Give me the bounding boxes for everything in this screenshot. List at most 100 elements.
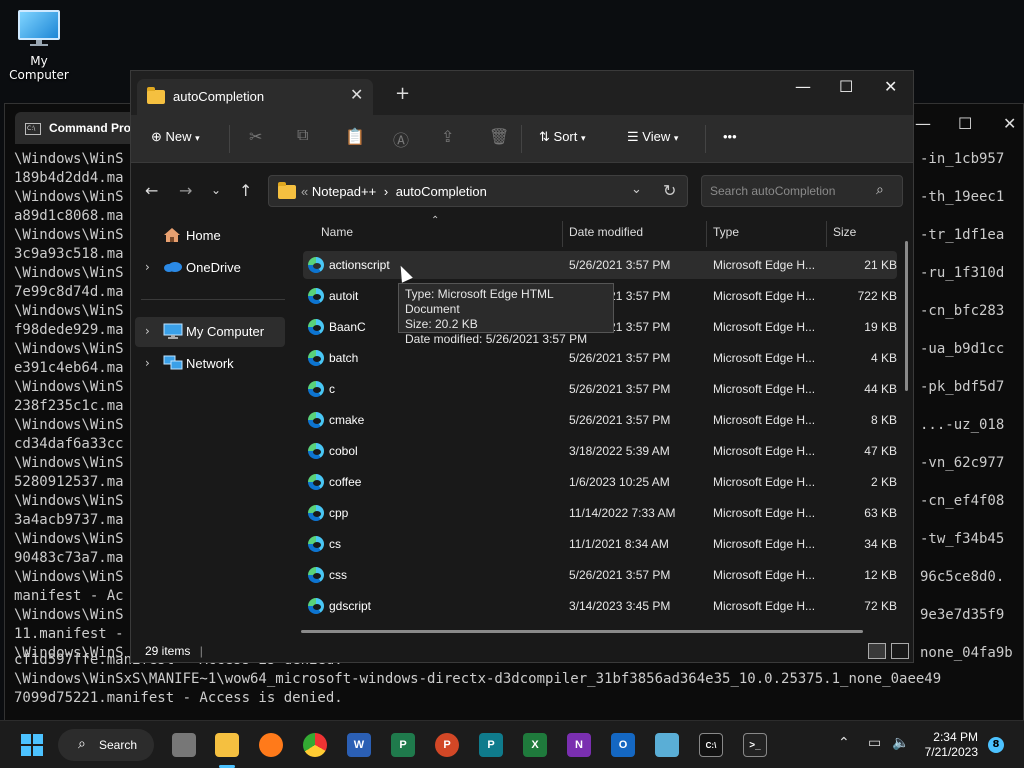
paste-icon[interactable]: 📋 <box>345 127 365 147</box>
file-size: 19 KB <box>864 320 897 334</box>
navigation-pane: Home › OneDrive › My Computer › Network <box>131 219 289 639</box>
breadcrumb-notepadpp[interactable]: Notepad++ <box>312 184 376 199</box>
file-row[interactable]: cobol 3/18/2022 5:39 AM Microsoft Edge H..… <box>303 437 897 465</box>
file-date: 5/26/2021 3:57 PM <box>569 568 671 582</box>
firefox-icon[interactable] <box>259 733 283 757</box>
forward-arrow-icon[interactable]: → <box>179 181 192 200</box>
recent-chevron-icon[interactable]: ⌄ <box>211 183 221 197</box>
tab-autocompletion[interactable]: autoCompletion ✕ <box>137 79 373 115</box>
project-icon[interactable]: P <box>391 733 415 757</box>
nav-item-onedrive[interactable]: › OneDrive <box>135 253 285 283</box>
show-hidden-icons-chevron-icon[interactable]: ⌃ <box>838 735 850 751</box>
file-row[interactable]: coffee 1/6/2023 10:25 AM Microsoft Edge H.… <box>303 468 897 496</box>
refresh-icon[interactable]: ↻ <box>663 181 676 200</box>
file-explorer-window[interactable]: autoCompletion ✕ + — ☐ ✕ ⊕ New ▾ ✂ ⧉ 📋 Ⓐ… <box>130 70 914 663</box>
cmd-line: 7099d75221.manifest - Access is denied. <box>14 690 343 706</box>
word-icon[interactable]: W <box>347 733 371 757</box>
details-view-icon[interactable] <box>868 643 886 659</box>
publisher-icon[interactable]: P <box>479 733 503 757</box>
cmd-tab[interactable]: C:\ Command Pro <box>15 112 139 144</box>
cmd-line: 238f235c1c.ma <box>14 398 124 414</box>
powerpoint-icon[interactable]: P <box>435 733 459 757</box>
cmd-line: 189b4d2dd4.ma <box>14 170 124 186</box>
file-size: 2 KB <box>870 475 897 489</box>
nav-item-my-computer[interactable]: › My Computer <box>135 317 285 347</box>
vertical-scrollbar[interactable] <box>905 241 908 391</box>
tab-bar: autoCompletion ✕ + — ☐ ✕ <box>131 71 913 115</box>
expand-chevron-icon[interactable]: › <box>145 324 150 338</box>
network-tray-icon[interactable]: ▭ <box>868 735 881 751</box>
close-icon[interactable]: ✕ <box>884 77 897 96</box>
desktop-icon-my-computer[interactable]: My Computer <box>0 10 78 82</box>
back-arrow-icon[interactable]: ← <box>145 181 158 200</box>
up-arrow-icon[interactable]: ↑ <box>239 181 252 200</box>
taskbar-search-button[interactable]: ⌕ Search <box>58 729 154 761</box>
view-button[interactable]: ☰ View ▾ <box>627 129 678 145</box>
task-view-icon[interactable] <box>172 733 196 757</box>
cmd-line: 90483c73a7.ma <box>14 550 124 566</box>
nav-item-home[interactable]: Home <box>135 221 285 251</box>
chevron-down-icon[interactable]: ⌄ <box>631 182 642 197</box>
nav-item-network[interactable]: › Network <box>135 349 285 379</box>
chrome-icon[interactable] <box>303 733 327 757</box>
cmd-line: ...-uz_018 <box>920 417 1005 433</box>
file-row[interactable]: cpp 11/14/2022 7:33 AM Microsoft Edge H...… <box>303 499 897 527</box>
column-header-size[interactable]: Size <box>833 225 856 239</box>
chevron-down-icon: ▾ <box>581 133 586 143</box>
cloud-icon <box>163 259 183 277</box>
onenote-icon[interactable]: N <box>567 733 591 757</box>
remote-desktop-icon[interactable] <box>655 733 679 757</box>
column-header-date[interactable]: Date modified <box>569 225 643 239</box>
file-row[interactable]: batch 5/26/2021 3:57 PM Microsoft Edge H..… <box>303 344 897 372</box>
file-explorer-taskbar-icon[interactable] <box>215 733 239 757</box>
file-row[interactable]: cmake 5/26/2021 3:57 PM Microsoft Edge H..… <box>303 406 897 434</box>
minimize-icon[interactable]: — <box>795 77 811 96</box>
file-row[interactable]: c 5/26/2021 3:57 PM Microsoft Edge H... 44 … <box>303 375 897 403</box>
sort-button[interactable]: ⇅ Sort ▾ <box>539 129 586 145</box>
rename-icon[interactable]: Ⓐ <box>393 127 409 151</box>
cmd-line: f98dede929.ma <box>14 322 124 338</box>
cmd-line: \Windows\WinS <box>14 303 124 319</box>
tab-close-icon[interactable]: ✕ <box>350 85 363 104</box>
file-row[interactable]: cs 11/1/2021 8:34 AM Microsoft Edge H... 34… <box>303 530 897 558</box>
file-list: ⌃ Name Date modified Type Size actionscr… <box>301 215 907 639</box>
expand-chevron-icon[interactable]: › <box>145 260 150 274</box>
file-row[interactable]: actionscript 5/26/2021 3:57 PM Microsoft E… <box>303 251 897 279</box>
search-input[interactable]: Search autoCompletion ⌕ <box>701 175 903 207</box>
new-tab-icon[interactable]: + <box>395 83 410 104</box>
maximize-icon[interactable]: ☐ <box>839 77 853 96</box>
outlook-icon[interactable]: O <box>611 733 635 757</box>
expand-chevron-icon[interactable]: › <box>145 356 150 370</box>
share-icon[interactable]: ⇪ <box>441 127 454 147</box>
terminal-icon[interactable]: >_ <box>743 733 767 757</box>
address-bar[interactable]: « Notepad++ › autoCompletion ⌄ ↻ <box>268 175 688 207</box>
file-row[interactable]: css 5/26/2021 3:57 PM Microsoft Edge H... 1… <box>303 561 897 589</box>
excel-icon[interactable]: X <box>523 733 547 757</box>
tiles-view-icon[interactable] <box>891 643 909 659</box>
new-button[interactable]: ⊕ New ▾ <box>151 129 200 145</box>
cmd-maximize-icon[interactable]: ☐ <box>958 114 972 133</box>
more-options-button[interactable]: ••• <box>723 129 737 144</box>
breadcrumb-autocompletion[interactable]: autoCompletion <box>396 184 487 199</box>
cmd-line: \Windows\WinS <box>14 607 124 623</box>
file-name: cmake <box>329 413 365 427</box>
desktop-icon-label: My Computer <box>9 54 69 82</box>
cmd-line: \Windows\WinS <box>14 493 124 509</box>
start-button[interactable] <box>21 734 43 756</box>
column-header-type[interactable]: Type <box>713 225 739 239</box>
file-date: 3/14/2023 3:45 PM <box>569 599 671 613</box>
command-prompt-taskbar-icon[interactable]: C:\ <box>699 733 723 757</box>
clock[interactable]: 2:34 PM 7/21/2023 <box>918 730 978 760</box>
delete-icon[interactable]: 🗑 <box>489 127 509 147</box>
column-header-name[interactable]: Name <box>321 225 353 239</box>
horizontal-scrollbar[interactable] <box>301 630 863 633</box>
volume-icon[interactable]: 🔈 <box>892 735 909 751</box>
address-row: ← → ⌄ ↑ « Notepad++ › autoCompletion ⌄ ↻… <box>131 163 913 219</box>
file-row[interactable]: gdscript 3/14/2023 3:45 PM Microsoft Edge … <box>303 592 897 620</box>
notification-badge[interactable]: 8 <box>988 737 1004 753</box>
cmd-line <box>920 511 1013 530</box>
copy-icon[interactable]: ⧉ <box>297 127 308 145</box>
cut-icon[interactable]: ✂ <box>249 127 262 147</box>
cmd-minimize-icon[interactable]: — <box>915 114 931 133</box>
cmd-close-icon[interactable]: ✕ <box>1003 114 1016 133</box>
